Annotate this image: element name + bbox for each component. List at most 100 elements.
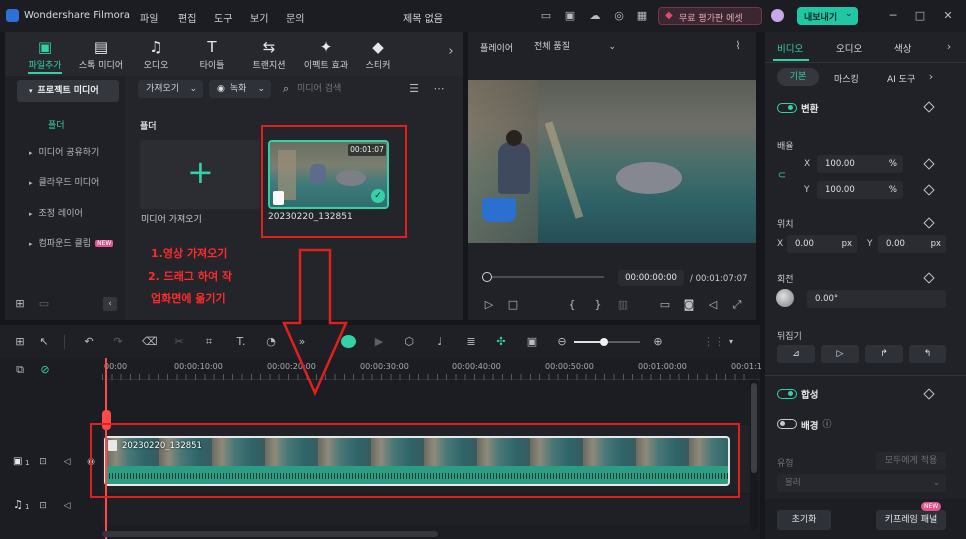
rotate-left-button[interactable]: ↰ (909, 345, 946, 363)
keyframe-diamond-icon[interactable] (923, 272, 935, 284)
speed-icon[interactable]: ◔ (264, 334, 278, 350)
scale-x-field[interactable]: 100.00% (817, 155, 903, 173)
avatar[interactable] (771, 9, 784, 22)
rotate-right-button[interactable]: ↱ (865, 345, 903, 363)
auto-fit-icon[interactable]: ▣ (525, 334, 539, 350)
tab-audio[interactable]: 오디오 (836, 41, 862, 55)
waveform-monitor-icon[interactable]: ⌇ (730, 38, 746, 54)
grid-icon[interactable]: ▦ (634, 8, 650, 24)
save-icon[interactable]: ▣ (562, 8, 578, 24)
record-dropdown[interactable]: ◉ 녹화 ⌄ (209, 80, 271, 98)
transform-toggle[interactable] (777, 103, 797, 113)
tool-audio[interactable]: ♫ 오디오 (126, 38, 186, 71)
cloud-icon[interactable]: ☁ (587, 8, 603, 24)
video-preview[interactable] (468, 80, 756, 243)
blur-dropdown[interactable]: 블러 ⌄ (777, 474, 946, 492)
microphone-icon[interactable]: ♩ (433, 334, 447, 350)
menu-file[interactable]: 파일 (140, 10, 158, 25)
zoom-in-icon[interactable]: ⊕ (651, 334, 665, 350)
tool-stickers[interactable]: ◆ 스티커 (348, 38, 408, 71)
vertical-scrollbar-thumb[interactable] (751, 383, 757, 473)
keyframe-diamond-icon[interactable] (923, 158, 935, 170)
layout-icon[interactable]: ⊞ (13, 334, 27, 350)
chevron-right-icon[interactable]: › (925, 69, 937, 85)
lock-icon[interactable]: ⊡ (37, 498, 49, 514)
sidebar-item-adjustment-layer[interactable]: ▸ 조정 레이어 (17, 203, 119, 225)
menu-view[interactable]: 보기 (250, 10, 268, 25)
tab-color[interactable]: 색상 (894, 41, 911, 55)
play-icon[interactable]: ▷ (482, 297, 496, 313)
import-media-tile[interactable]: + (140, 140, 260, 209)
rotation-field[interactable]: 0.00° (807, 290, 946, 308)
keyframe-diamond-icon[interactable] (923, 101, 935, 113)
link-icon[interactable]: ⊘ (38, 362, 52, 378)
sidebar-item-compound-clip[interactable]: ▸ 컴파운드 클립 NEW (17, 233, 119, 255)
undo-icon[interactable]: ↶ (82, 334, 96, 350)
monitor-icon[interactable]: ▭ (538, 8, 554, 24)
menu-edit[interactable]: 편집 (178, 10, 196, 25)
rotation-dial[interactable] (776, 289, 794, 307)
fullscreen-icon[interactable]: ⤢ (730, 297, 744, 313)
stop-icon[interactable]: □ (506, 297, 520, 313)
marker-icon[interactable]: ⬡ (402, 334, 416, 350)
flip-horizontal-button[interactable]: ⊿ (777, 345, 815, 363)
add-track-icon[interactable]: ⧉ (13, 362, 27, 378)
tool-stock-media[interactable]: ▤ 스톡 미디어 (71, 38, 131, 71)
zoom-slider-handle[interactable] (600, 338, 608, 346)
sidebar-item-project-media[interactable]: ▾ 프로젝트 미디어 (17, 80, 119, 102)
snap-icon[interactable]: ✣ (494, 334, 508, 350)
composite-toggle[interactable] (777, 389, 797, 399)
sidebar-item-shared-media[interactable]: ▸ 미디어 공유하기 (17, 142, 119, 164)
apply-all-button[interactable]: 모두에게 적용 (876, 452, 946, 470)
chevron-right-icon[interactable]: › (445, 44, 457, 60)
playback-progress-track[interactable] (486, 276, 604, 278)
zoom-out-icon[interactable]: ⊖ (555, 334, 569, 350)
import-dropdown[interactable]: 가져오기 ⌄ (138, 80, 203, 98)
search-input[interactable] (297, 81, 397, 97)
keyframe-diamond-icon[interactable] (923, 217, 935, 229)
more-icon[interactable]: ⋯ (432, 81, 446, 97)
background-toggle[interactable] (777, 419, 797, 429)
lock-icon[interactable]: ⊡ (37, 454, 49, 470)
minimize-icon[interactable]: ─ (886, 8, 900, 24)
tab-video[interactable]: 비디오 (777, 41, 803, 55)
tool-effects[interactable]: ✦ 이펙트 효과 (296, 38, 356, 71)
playback-scrubber-handle[interactable] (482, 272, 492, 282)
current-time[interactable]: 00:00:00:00 (618, 270, 684, 286)
sidebar-item-cloud-media[interactable]: ▸ 클라우드 미디어 (17, 172, 119, 194)
chevron-right-icon[interactable]: › (943, 39, 955, 55)
help-icon[interactable]: ⓘ (821, 417, 833, 433)
tool-import-media[interactable]: ▣ 파일추가 (15, 38, 75, 71)
tool-transitions[interactable]: ⇆ 트랜지션 (239, 38, 299, 71)
select-tool-icon[interactable]: ↖ (37, 334, 51, 350)
horizontal-scrollbar-thumb[interactable] (102, 531, 438, 537)
menu-help[interactable]: 문의 (286, 10, 304, 25)
chevron-down-icon[interactable]: ▾ (725, 334, 737, 350)
quality-dropdown[interactable]: 전체 품질 ⌄ (530, 38, 620, 56)
speaker-icon[interactable]: ◁ (61, 498, 73, 514)
filter-icon[interactable]: ☰ (407, 81, 421, 97)
trial-assets-button[interactable]: ◆ 무료 평가판 에셋 (658, 7, 762, 25)
speaker-icon[interactable]: ◁ (61, 454, 73, 470)
camera-icon[interactable]: ◙ (682, 297, 696, 313)
subtab-basic[interactable]: 기본 (777, 68, 819, 86)
crop-icon[interactable]: ⌗ (202, 334, 216, 350)
flip-vertical-button[interactable]: ▷ (821, 345, 859, 363)
keyframe-diamond-icon[interactable] (923, 388, 935, 400)
display-icon[interactable]: ▭ (658, 297, 672, 313)
menu-tools[interactable]: 도구 (214, 10, 232, 25)
sidebar-item-folder[interactable]: 폴더 (48, 118, 65, 131)
subtab-ai-tools[interactable]: AI 도구 (887, 72, 915, 85)
audio-stretch-icon[interactable]: ≣ (464, 334, 478, 350)
keyframe-diamond-icon[interactable] (923, 184, 935, 196)
volume-icon[interactable]: ◁ (706, 297, 720, 313)
new-folder-icon[interactable]: ⊞ (13, 296, 27, 312)
mark-in-icon[interactable]: { (566, 297, 578, 313)
scale-y-field[interactable]: 100.00% (817, 181, 903, 199)
mark-out-icon[interactable]: } (592, 297, 604, 313)
subtab-mask[interactable]: 마스킹 (834, 72, 859, 85)
close-icon[interactable]: ✕ (941, 8, 955, 24)
lock-ratio-icon[interactable]: ⊂ (776, 168, 788, 184)
export-button[interactable]: 내보내기 ⌄ (797, 7, 858, 25)
position-y-field[interactable]: 0.00 px (878, 235, 946, 253)
